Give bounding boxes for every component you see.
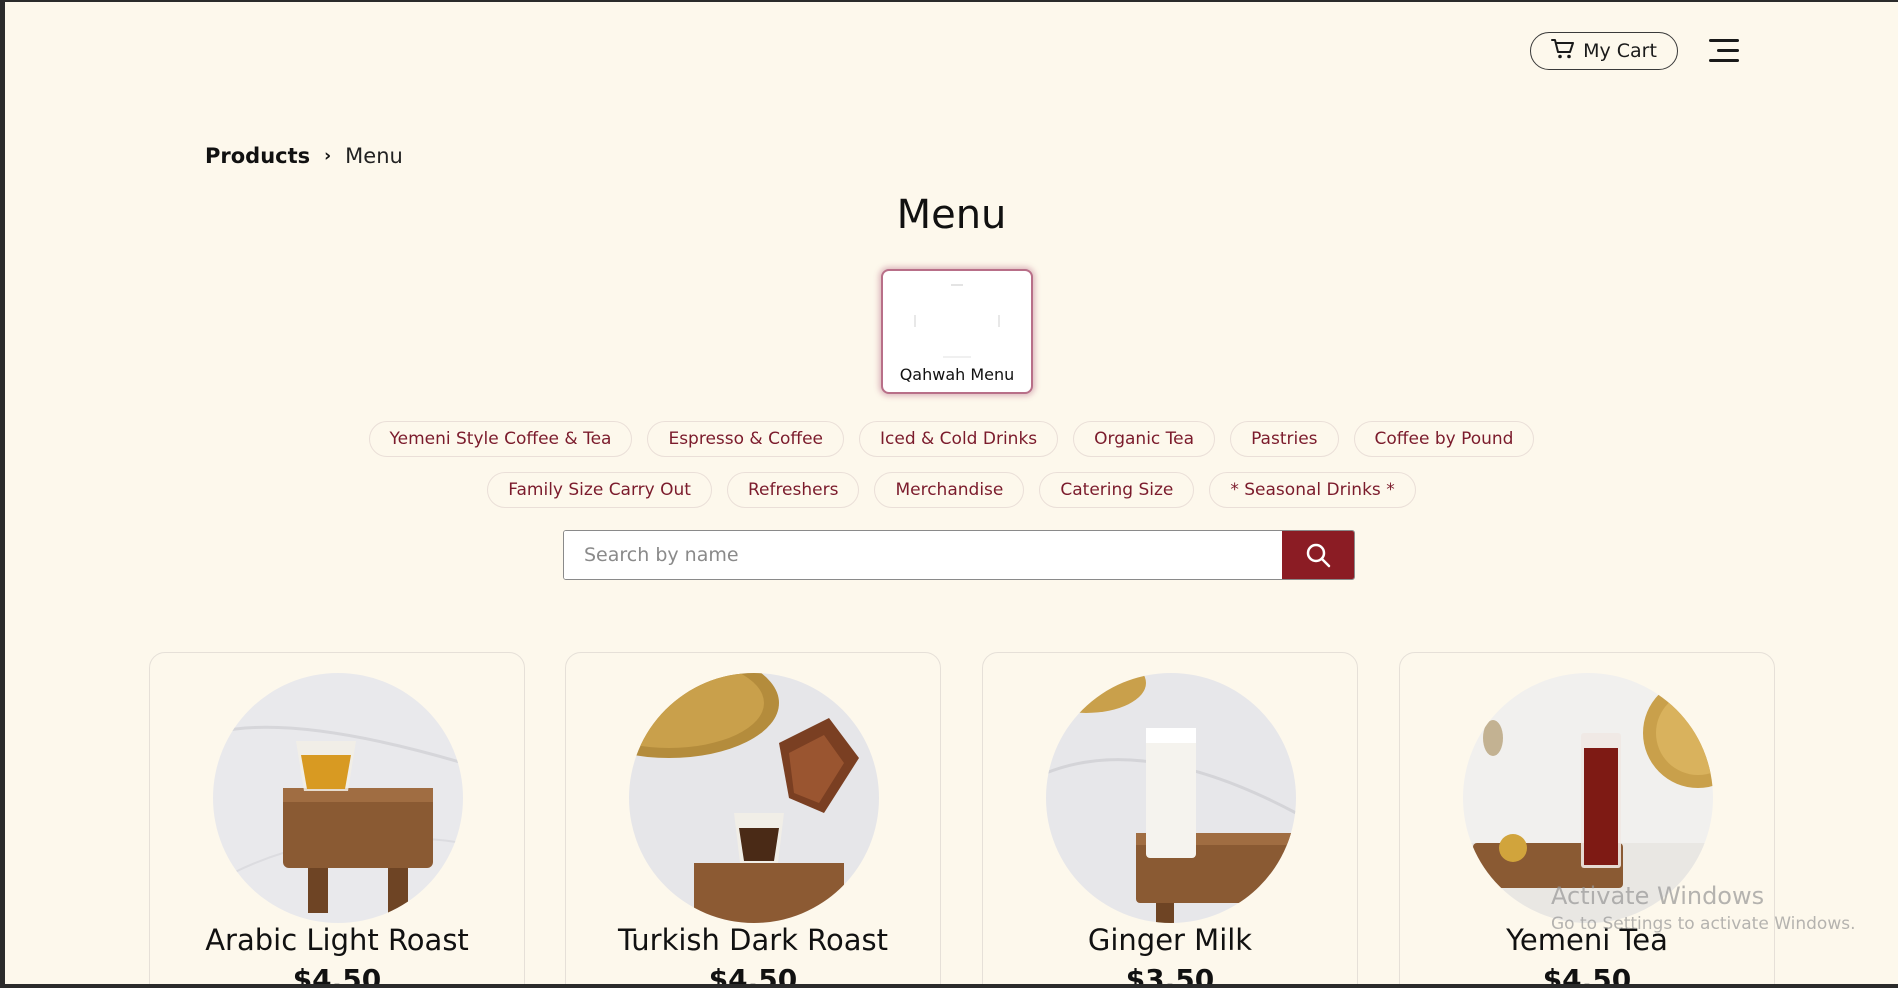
search-bar bbox=[563, 530, 1355, 580]
menu-image-placeholder-icon bbox=[914, 284, 1000, 358]
product-name: Turkish Dark Roast bbox=[617, 923, 889, 957]
category-organic-tea[interactable]: Organic Tea bbox=[1073, 421, 1216, 457]
breadcrumb: Products › Menu bbox=[205, 144, 403, 168]
product-card[interactable]: Yemeni Tea $4.50 bbox=[1399, 652, 1775, 984]
category-family-size-carry-out[interactable]: Family Size Carry Out bbox=[487, 472, 712, 508]
category-catering-size[interactable]: Catering Size bbox=[1039, 472, 1195, 508]
category-merchandise[interactable]: Merchandise bbox=[874, 472, 1025, 508]
product-price: $4.50 bbox=[1542, 963, 1632, 984]
page-title: Menu bbox=[896, 192, 1007, 238]
hamburger-menu-icon[interactable] bbox=[1707, 39, 1739, 65]
category-pastries[interactable]: Pastries bbox=[1230, 421, 1339, 457]
category-row-1: Yemeni Style Coffee & Tea Espresso & Cof… bbox=[5, 421, 1898, 457]
watermark-subtitle: Go to Settings to activate Windows. bbox=[1551, 914, 1856, 934]
watermark-title: Activate Windows bbox=[1551, 882, 1765, 910]
qahwah-menu-card[interactable]: Qahwah Menu bbox=[881, 269, 1033, 394]
product-image-turkish-dark-roast bbox=[629, 673, 879, 923]
search-input[interactable] bbox=[564, 531, 1282, 579]
product-card[interactable]: Ginger Milk $3.50 bbox=[982, 652, 1358, 984]
category-coffee-by-pound[interactable]: Coffee by Pound bbox=[1353, 421, 1535, 457]
product-name: Arabic Light Roast bbox=[205, 923, 469, 957]
product-price: $4.50 bbox=[292, 963, 382, 984]
product-image-ginger-milk bbox=[1046, 673, 1296, 923]
category-row-2: Family Size Carry Out Refreshers Merchan… bbox=[5, 472, 1898, 508]
category-yemeni-style-coffee-tea[interactable]: Yemeni Style Coffee & Tea bbox=[368, 421, 633, 457]
breadcrumb-products-link[interactable]: Products bbox=[205, 144, 310, 168]
product-price: $4.50 bbox=[708, 963, 798, 984]
my-cart-label: My Cart bbox=[1583, 40, 1657, 62]
chevron-right-icon: › bbox=[324, 146, 332, 166]
breadcrumb-current: Menu bbox=[345, 144, 403, 168]
product-price: $3.50 bbox=[1125, 963, 1215, 984]
category-espresso-coffee[interactable]: Espresso & Coffee bbox=[647, 421, 844, 457]
page: My Cart Products › Menu Menu Qahwah Menu… bbox=[5, 2, 1898, 984]
search-icon bbox=[1306, 543, 1331, 568]
qahwah-menu-label: Qahwah Menu bbox=[899, 365, 1015, 384]
category-seasonal-drinks[interactable]: * Seasonal Drinks * bbox=[1209, 472, 1416, 508]
my-cart-button[interactable]: My Cart bbox=[1530, 32, 1678, 70]
product-card[interactable]: Arabic Light Roast $4.50 bbox=[149, 652, 525, 984]
windows-activation-watermark: Activate Windows Go to Settings to activ… bbox=[1551, 882, 1856, 934]
product-name: Ginger Milk bbox=[1087, 923, 1253, 957]
search-button[interactable] bbox=[1282, 531, 1354, 579]
category-iced-cold-drinks[interactable]: Iced & Cold Drinks bbox=[859, 421, 1059, 457]
cart-icon bbox=[1551, 38, 1575, 65]
product-image-arabic-light-roast bbox=[213, 673, 463, 923]
category-refreshers[interactable]: Refreshers bbox=[726, 472, 860, 508]
product-card[interactable]: Turkish Dark Roast $4.50 bbox=[565, 652, 941, 984]
